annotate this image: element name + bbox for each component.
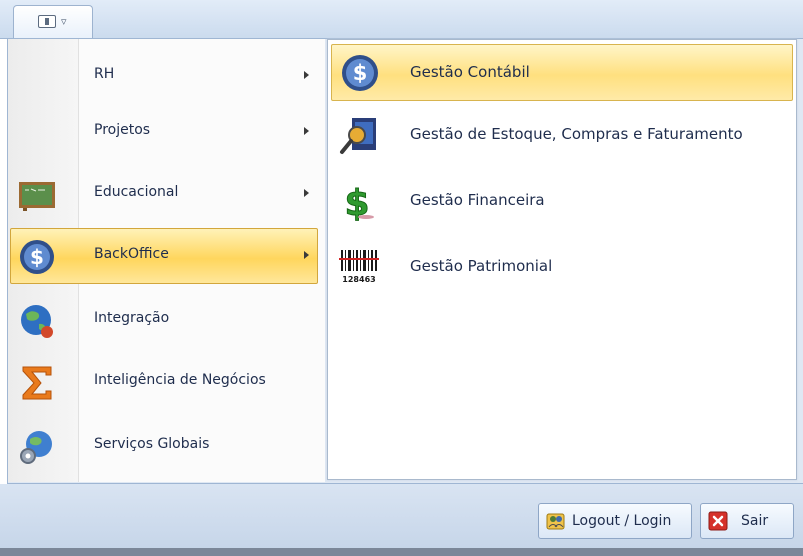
green-dollar-icon: $ <box>344 183 374 221</box>
submenu-arrow-icon <box>304 127 309 135</box>
submenu-item-label: Gestão Patrimonial <box>410 257 553 275</box>
exit-label: Sair <box>741 513 769 529</box>
globe-gears-icon <box>20 431 52 464</box>
window-edge <box>0 548 803 556</box>
menu-item-label: Projetos <box>94 122 151 138</box>
users-icon <box>546 513 565 530</box>
dollar-coin-icon: $ <box>20 240 54 274</box>
barcode-icon: 128463 <box>339 250 379 284</box>
submenu-item-label: Gestão Contábil <box>410 63 530 81</box>
menu-item-projetos[interactable]: Projetos <box>10 104 318 160</box>
submenu-item-gestao-patrimonial[interactable]: 128463 Gestão Patrimonial <box>331 238 793 295</box>
menu-item-rh[interactable]: RH <box>10 48 318 104</box>
application-menu-icon <box>38 15 56 28</box>
menu-item-label: BackOffice <box>94 246 169 262</box>
submenu-item-label: Gestão de Estoque, Compras e Faturamento <box>410 125 743 143</box>
menu-item-label: Inteligência de Negócios <box>94 372 266 388</box>
menu-item-integracao[interactable]: Integração <box>10 292 318 348</box>
submenu-arrow-icon <box>304 189 309 197</box>
menu-item-servicos-globais[interactable]: Serviços Globais <box>10 418 318 474</box>
close-icon <box>708 511 728 531</box>
logout-login-button[interactable]: Logout / Login <box>538 503 692 539</box>
menu-item-label: Serviços Globais <box>94 436 210 452</box>
submenu-arrow-icon <box>304 251 309 259</box>
submenu-item-gestao-estoque[interactable]: Gestão de Estoque, Compras e Faturamento <box>331 106 793 163</box>
blank-icon <box>17 58 57 96</box>
logout-login-label: Logout / Login <box>572 513 672 529</box>
application-menu-button[interactable]: ▿ <box>13 5 93 38</box>
svg-text:$: $ <box>30 245 44 269</box>
submenu-item-gestao-contabil[interactable]: $ Gestão Contábil <box>331 44 793 101</box>
menu-item-label: Educacional <box>94 184 179 200</box>
globe-icon <box>21 305 53 338</box>
exit-button[interactable]: Sair <box>700 503 794 539</box>
submenu-arrow-icon <box>304 71 309 79</box>
menu-item-inteligencia-de-negocios[interactable]: Inteligência de Negócios <box>10 354 318 410</box>
menu-item-label: RH <box>94 66 115 82</box>
dollar-coin-icon: $ <box>342 55 378 91</box>
sigma-icon <box>22 366 52 400</box>
chevron-down-icon: ▿ <box>61 15 67 28</box>
svg-text:$: $ <box>353 61 368 85</box>
blank-icon <box>17 114 57 152</box>
submenu-item-gestao-financeira[interactable]: $ Gestão Financeira <box>331 172 793 229</box>
chalkboard-icon <box>19 182 55 211</box>
menu-item-label: Integração <box>94 310 170 326</box>
menu-tab-strip <box>0 0 803 39</box>
inventory-search-icon <box>340 118 376 154</box>
svg-text:128463: 128463 <box>342 275 375 284</box>
submenu-item-label: Gestão Financeira <box>410 191 545 209</box>
menu-item-educacional[interactable]: Educacional <box>10 166 318 222</box>
menu-item-backoffice[interactable]: $ BackOffice <box>10 228 318 284</box>
